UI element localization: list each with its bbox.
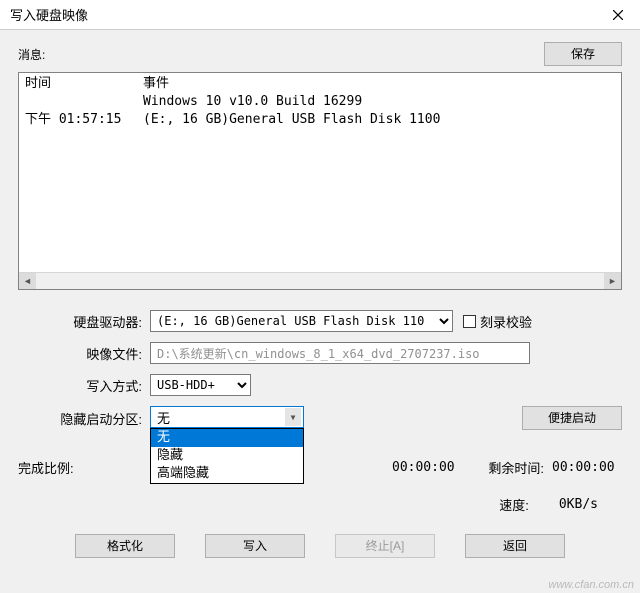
log-header-time: 时间 [25, 75, 143, 93]
dropdown-option[interactable]: 隐藏 [151, 447, 303, 465]
message-label: 消息: [18, 46, 45, 63]
write-method-label: 写入方式: [18, 376, 150, 395]
scroll-left-arrow[interactable]: ◄ [19, 273, 36, 289]
checkbox-box [463, 315, 476, 328]
speed-value: 0KB/s [559, 497, 598, 512]
save-button[interactable]: 保存 [544, 42, 622, 66]
write-button[interactable]: 写入 [205, 534, 305, 558]
log-header-event: 事件 [143, 75, 169, 93]
verify-checkbox[interactable]: 刻录校验 [463, 312, 532, 331]
scroll-track[interactable] [36, 273, 604, 289]
remain-label: 剩余时间: [472, 458, 552, 477]
back-button[interactable]: 返回 [465, 534, 565, 558]
close-icon [613, 10, 623, 20]
close-button[interactable] [595, 0, 640, 30]
watermark: www.cfan.com.cn [548, 579, 634, 591]
image-path-input[interactable] [150, 342, 530, 364]
client-area: 消息: 保存 时间 事件 Windows 10 v10.0 Build 1629… [0, 30, 640, 593]
log-box: 时间 事件 Windows 10 v10.0 Build 16299 下午 01… [18, 72, 622, 290]
hide-boot-combobox[interactable]: 无 ▼ 无 隐藏 高端隐藏 [150, 406, 304, 428]
done-ratio-label: 完成比例: [18, 458, 104, 477]
titlebar: 写入硬盘映像 [0, 0, 640, 30]
drive-label: 硬盘驱动器: [18, 312, 150, 331]
speed-label: 速度: [499, 495, 529, 514]
abort-button: 终止[A] [335, 534, 435, 558]
remain-value: 00:00:00 [552, 460, 622, 475]
format-button[interactable]: 格式化 [75, 534, 175, 558]
elapsed-value: 00:00:00 [392, 460, 472, 475]
dropdown-option[interactable]: 无 [151, 429, 303, 447]
image-label: 映像文件: [18, 344, 150, 363]
write-method-select[interactable]: USB-HDD+ [150, 374, 251, 396]
chevron-down-icon: ▼ [285, 408, 301, 426]
log-event-cell: Windows 10 v10.0 Build 16299 [143, 93, 362, 111]
hide-boot-dropdown-list: 无 隐藏 高端隐藏 [150, 428, 304, 484]
scroll-right-arrow[interactable]: ► [604, 273, 621, 289]
horizontal-scrollbar[interactable]: ◄ ► [19, 272, 621, 289]
drive-select[interactable]: (E:, 16 GB)General USB Flash Disk 110 [150, 310, 453, 332]
verify-label: 刻录校验 [480, 312, 532, 331]
hide-boot-value: 无 [157, 408, 170, 427]
log-event-cell: (E:, 16 GB)General USB Flash Disk 1100 [143, 111, 440, 129]
dropdown-option[interactable]: 高端隐藏 [151, 465, 303, 483]
window-title: 写入硬盘映像 [10, 5, 595, 24]
log-time-cell [25, 93, 143, 111]
quick-boot-button[interactable]: 便捷启动 [522, 406, 622, 430]
hide-boot-label: 隐藏启动分区: [18, 406, 150, 428]
log-time-cell: 下午 01:57:15 [25, 111, 143, 129]
